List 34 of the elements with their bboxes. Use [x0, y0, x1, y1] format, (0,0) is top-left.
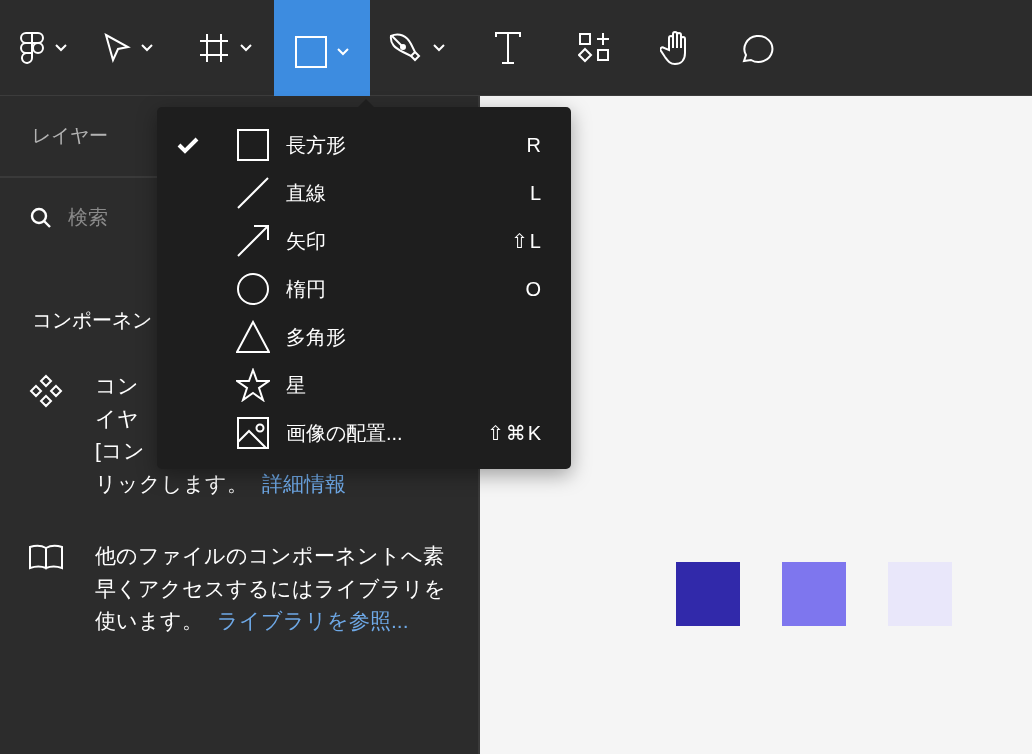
- triangle-icon: [236, 320, 270, 354]
- circle-icon: [236, 272, 270, 306]
- search-field[interactable]: 検索: [68, 206, 138, 229]
- shortcut-text: L: [529, 181, 543, 205]
- line-icon: [236, 176, 270, 210]
- menu-item[interactable]: 長方形 R: [157, 121, 571, 169]
- image-icon: [236, 416, 270, 450]
- shortcut-text: O: [525, 277, 543, 301]
- menu-item[interactable]: 多角形: [157, 313, 571, 361]
- pointer-icon: [103, 32, 131, 64]
- components-icon: [578, 32, 610, 64]
- help-text: 他のファイルのコンポーネントへ素 早くアクセスするにはライブラリを 使います。 ライブラリを参照...: [95, 543, 446, 634]
- menu-item[interactable]: 楕円 O: [157, 265, 571, 313]
- help-link[interactable]: ライブラリを参照...: [217, 609, 409, 632]
- rectangle-icon: [236, 128, 270, 162]
- shortcut-text: ⇧⌘K: [486, 421, 543, 445]
- arrow-icon: [236, 224, 270, 258]
- book-icon: [26, 544, 66, 570]
- star-icon: [236, 368, 270, 402]
- panel-tab[interactable]: レイヤー: [32, 123, 108, 149]
- frame-icon: [198, 32, 230, 64]
- menu-item[interactable]: 星: [157, 361, 571, 409]
- text-icon: [494, 31, 522, 65]
- shortcut-text: R: [526, 133, 543, 157]
- logo-icon: [19, 32, 45, 64]
- menu-item[interactable]: 矢印 ⇧L: [157, 217, 571, 265]
- pen-icon: [389, 32, 423, 64]
- menu-item[interactable]: 画像の配置... ⇧⌘K: [157, 409, 571, 457]
- section-heading: コンポーネン: [32, 308, 152, 333]
- shortcut-text: ⇧L: [511, 229, 543, 253]
- rectangle-icon: [295, 36, 327, 68]
- search-icon: [30, 206, 52, 229]
- help-link[interactable]: 詳細情報: [262, 471, 346, 495]
- menu-item[interactable]: 直線 L: [157, 169, 571, 217]
